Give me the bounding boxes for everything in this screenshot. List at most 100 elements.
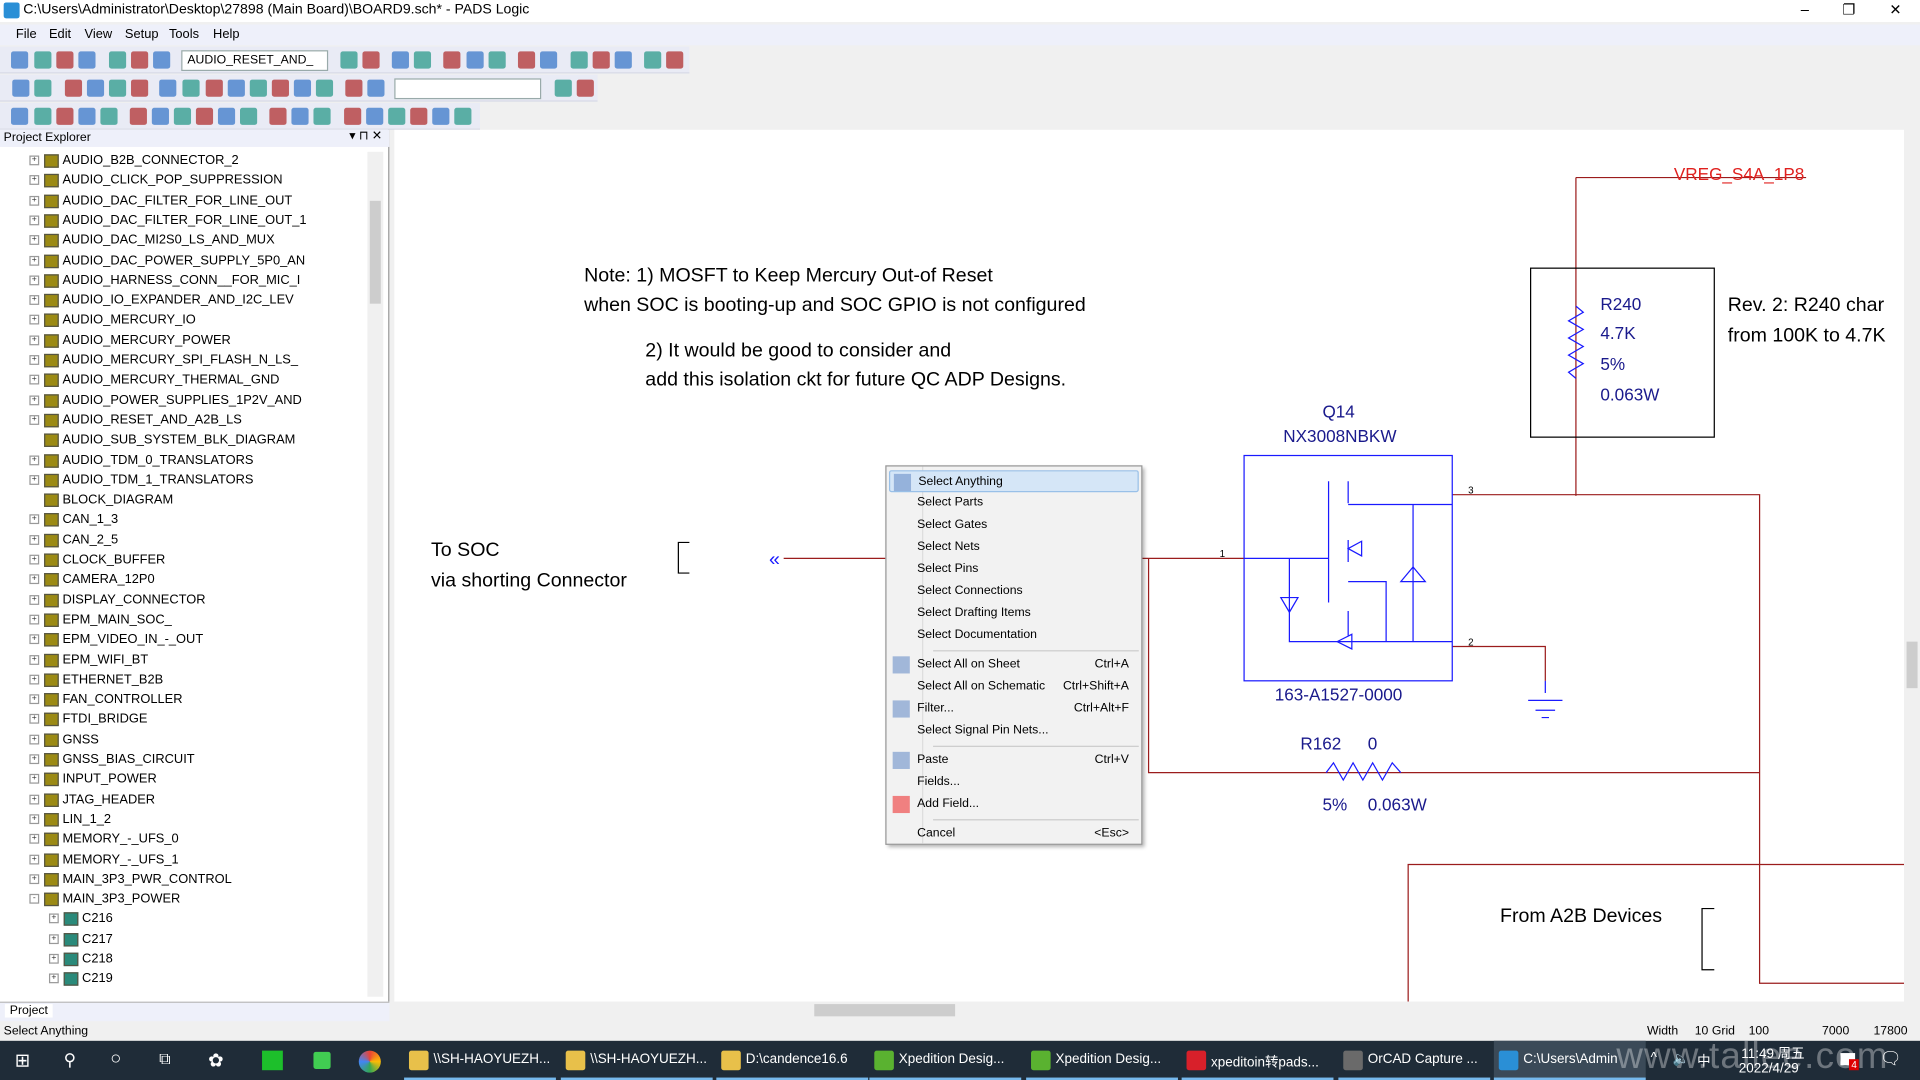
design-tool-icon-18[interactable] [576, 79, 594, 97]
close-panel-icon[interactable]: ▾ ⊓ ✕ [349, 130, 382, 143]
expand-toggle-icon[interactable]: + [29, 514, 40, 525]
design-tool-icon-16[interactable] [367, 79, 385, 97]
select-tool-icon-6[interactable] [129, 107, 147, 125]
expand-toggle-icon[interactable]: + [29, 674, 40, 685]
menu-setup[interactable]: Setup [125, 27, 159, 42]
menu-item-cancel[interactable]: Cancel <Esc> [889, 823, 1139, 845]
design-tool-icon-15[interactable] [345, 79, 363, 97]
standard-tool-icon-20[interactable] [644, 51, 662, 69]
expand-toggle-icon[interactable]: + [29, 375, 40, 385]
cortana-icon[interactable]: ○ [110, 1048, 121, 1069]
sheet-select[interactable]: AUDIO_RESET_AND_ [181, 50, 329, 72]
clock-date[interactable]: 2022/4/29 [1739, 1062, 1799, 1077]
design-tool-icon-1[interactable] [12, 79, 30, 97]
expand-toggle-icon[interactable]: + [29, 554, 40, 565]
expand-toggle-icon[interactable]: + [48, 933, 59, 944]
design-tool-icon-3[interactable] [64, 79, 83, 97]
standard-tool-icon-14[interactable] [488, 51, 506, 69]
design-tool-icon-2[interactable] [34, 79, 52, 97]
menu-file[interactable]: File [16, 27, 37, 42]
design-tool-icon-8[interactable] [182, 79, 200, 97]
menu-item-select-gates[interactable]: Select Gates [889, 514, 1139, 536]
menu-item-fields[interactable]: Fields... [889, 771, 1139, 793]
start-icon[interactable]: ⊞ [15, 1049, 30, 1072]
select-tool-icon-15[interactable] [344, 107, 362, 125]
expand-toggle-icon[interactable]: + [29, 574, 40, 585]
expand-toggle-icon[interactable]: + [29, 315, 40, 325]
select-tool-icon-10[interactable] [217, 107, 236, 125]
expand-toggle-icon[interactable]: + [29, 794, 40, 804]
canvas-vertical-scrollbar[interactable] [1904, 129, 1920, 1002]
expand-toggle-icon[interactable]: + [29, 694, 40, 705]
menu-edit[interactable]: Edit [49, 27, 71, 42]
standard-tool-icon-6[interactable] [131, 51, 149, 69]
design-tool-icon-11[interactable] [249, 79, 267, 97]
menu-item-select-signal-pin-nets[interactable]: Select Signal Pin Nets... [889, 720, 1139, 742]
standard-tool-icon-15[interactable] [517, 51, 536, 69]
select-tool-icon-11[interactable] [240, 107, 258, 125]
taskbar-app[interactable]: OrCAD Capture ... [1338, 1041, 1491, 1080]
select-tool-icon-17[interactable] [388, 107, 406, 125]
toolbar-combo[interactable] [394, 78, 542, 100]
expand-toggle-icon[interactable]: + [29, 414, 40, 425]
browser-icon[interactable] [358, 1050, 381, 1073]
action-center-icon[interactable]: 🗨 [1880, 1048, 1902, 1069]
design-tool-icon-9[interactable] [205, 79, 223, 97]
expand-toggle-icon[interactable]: + [29, 874, 40, 884]
menu-item-select-nets[interactable]: Select Nets [889, 536, 1139, 558]
offpage-connector[interactable]: « [769, 549, 780, 571]
select-tool-icon-7[interactable] [151, 107, 169, 125]
standard-tool-icon-17[interactable] [570, 51, 588, 69]
expand-toggle-icon[interactable]: + [29, 295, 40, 306]
search-icon[interactable]: ⚲ [64, 1049, 77, 1070]
standard-tool-icon-10[interactable] [391, 51, 409, 69]
standard-tool-icon-5[interactable] [108, 51, 127, 69]
expand-toggle-icon[interactable]: + [29, 654, 40, 665]
restore-button[interactable]: ❐ [1827, 0, 1871, 22]
menu-item-filter[interactable]: Filter... Ctrl+Alt+F [889, 698, 1139, 720]
expand-toggle-icon[interactable]: - [29, 893, 40, 904]
expand-toggle-icon[interactable]: + [29, 355, 40, 365]
taskbar-app[interactable]: Xpedition Desig... [869, 1041, 1022, 1080]
menu-item-select-documentation[interactable]: Select Documentation [889, 624, 1139, 646]
task-view-icon[interactable]: ⧉ [159, 1049, 170, 1069]
standard-tool-icon-19[interactable] [614, 51, 632, 69]
expand-toggle-icon[interactable]: + [48, 953, 59, 964]
select-tool-icon-19[interactable] [432, 107, 450, 125]
menu-item-select-all-on-schematic[interactable]: Select All on Schematic Ctrl+Shift+A [889, 676, 1139, 698]
standard-tool-icon-12[interactable] [443, 51, 461, 69]
menu-item-add-field[interactable]: Add Field... [889, 793, 1139, 815]
standard-tool-icon-2[interactable] [34, 51, 52, 69]
design-tool-icon-13[interactable] [293, 79, 312, 97]
design-tool-icon-10[interactable] [227, 79, 245, 97]
iqiyi-icon[interactable] [262, 1050, 283, 1071]
minimize-button[interactable]: – [1783, 0, 1827, 22]
select-tool-icon-1[interactable] [11, 107, 29, 125]
standard-tool-icon-8[interactable] [340, 51, 358, 69]
expand-toggle-icon[interactable]: + [29, 634, 40, 645]
menu-item-paste[interactable]: Paste Ctrl+V [889, 749, 1139, 771]
expand-toggle-icon[interactable]: + [29, 175, 40, 186]
tab-project[interactable]: Project [4, 1004, 53, 1018]
expand-toggle-icon[interactable]: + [29, 275, 40, 286]
standard-tool-icon-13[interactable] [466, 51, 484, 69]
tree-scroll-thumb[interactable] [369, 200, 381, 304]
pinned-app-icon[interactable]: ✿ [208, 1049, 223, 1072]
taskbar-app[interactable]: Xpedition Desig... [1026, 1041, 1178, 1080]
menu-tools[interactable]: Tools [169, 27, 199, 42]
menu-item-select-connections[interactable]: Select Connections [889, 580, 1139, 602]
volume-icon[interactable]: 🔈 [1673, 1051, 1690, 1067]
taskbar-app[interactable]: \\SH-HAOYUEZH... [404, 1041, 556, 1080]
standard-tool-icon-4[interactable] [78, 51, 96, 69]
schematic-canvas[interactable]: Note: 1) MOSFT to Keep Mercury Out-of Re… [394, 129, 1905, 1002]
select-tool-icon-13[interactable] [291, 107, 309, 125]
menu-item-select-anything[interactable]: Select Anything [888, 470, 1139, 493]
expand-toggle-icon[interactable]: + [29, 534, 40, 545]
expand-toggle-icon[interactable]: + [29, 195, 40, 206]
design-tool-icon-7[interactable] [159, 79, 177, 97]
standard-tool-icon-9[interactable] [362, 51, 380, 69]
select-tool-icon-14[interactable] [313, 107, 331, 125]
standard-tool-icon-18[interactable] [592, 51, 610, 69]
expand-toggle-icon[interactable]: + [29, 614, 40, 625]
vreg-net-label[interactable]: VREG_S4A_1P8 [1674, 164, 1804, 184]
